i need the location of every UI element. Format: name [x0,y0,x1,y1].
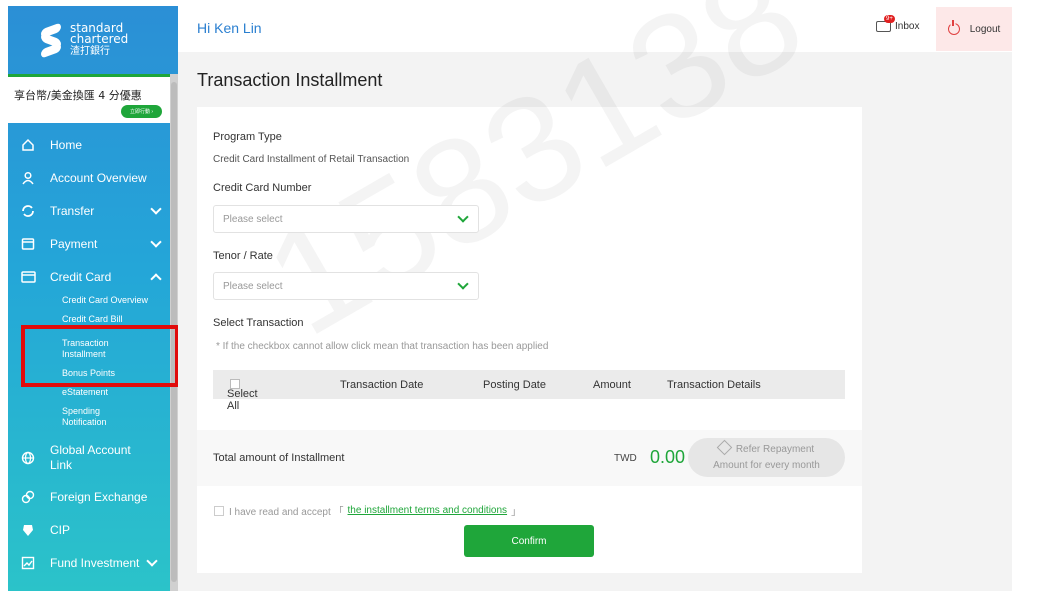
sidebar-subitem-spending-notification[interactable]: Spending Notification [62,406,122,428]
sidebar-item-credit-card[interactable]: Credit Card [8,260,170,293]
transfer-icon [20,203,36,219]
select-all-label: Select All [227,388,258,412]
logout-label: Logout [969,23,1001,35]
sidebar: standard chartered 渣打銀行 享台幣/美金換匯 4 分優惠 立… [8,6,178,591]
select-all-control[interactable]: Select All [227,379,258,412]
sidebar-item-global-account-link[interactable]: Global Account Link [8,436,170,480]
col-transaction-details: Transaction Details [667,379,761,391]
sidebar-item-label: Credit Card [50,269,112,284]
terms-row: I have read and accept 「 the installment… [214,503,521,518]
greeting: Hi Ken Lin [197,20,262,36]
cube-icon [716,439,733,456]
sidebar-item-account-overview[interactable]: Account Overview [8,161,170,194]
terms-checkbox[interactable] [214,505,224,516]
inbox-button[interactable]: 9+ Inbox [876,15,920,32]
chevron-down-icon [150,203,162,215]
terms-link[interactable]: the installment terms and conditions [348,505,508,516]
sidebar-item-foreign-exchange[interactable]: Foreign Exchange [8,480,170,513]
chevron-down-icon [150,236,162,248]
sidebar-item-label: CIP [50,522,71,537]
sidebar-item-payment[interactable]: Payment [8,227,170,260]
brand-line3: 渣打銀行 [70,46,110,57]
sidebar-item-label: Fund Investment [50,555,140,570]
sidebar-item-label: Transfer [50,203,95,218]
total-label: Total amount of Installment [213,452,345,464]
exchange-icon [20,489,36,505]
inbox-label: Inbox [895,21,920,32]
sidebar-item-label: Payment [50,236,98,251]
chevron-down-icon [457,278,469,290]
chevron-down-icon [146,555,158,567]
refer-repayment-button[interactable]: Refer Repayment Amount for every month [688,438,845,477]
transaction-table-header: Select All Transaction Date Posting Date… [213,370,845,412]
card-number-select[interactable]: Please select [213,205,479,233]
chevron-down-icon [457,211,469,223]
sidebar-item-label: Account Overview [50,170,147,185]
checkbox-note: * If the checkbox cannot allow click mea… [216,341,549,352]
col-amount: Amount [593,379,631,391]
person-icon [20,170,36,186]
promo-banner[interactable]: 享台幣/美金換匯 4 分優惠 立即行動 › [8,74,170,123]
chevron-up-icon [150,273,162,285]
select-transaction-label: Select Transaction [213,317,304,329]
currency: TWD [614,453,637,464]
terms-prefix: I have read and accept 「 [229,507,344,518]
sidebar-item-fund-investment[interactable]: Fund Investment [8,546,170,579]
program-type-label: Program Type [213,131,282,143]
annotation-highlight-box [21,325,179,387]
total-amount: 0.00 [650,447,686,467]
confirm-button[interactable]: Confirm [464,525,594,557]
col-posting-date: Posting Date [483,379,546,391]
power-icon [947,20,960,35]
page-title: Transaction Installment [197,70,383,90]
brand-line2: chartered [70,32,129,46]
logout-button[interactable]: Logout [936,7,1012,51]
total-row: Total amount of Installment TWD 0.00 Ref… [197,430,862,486]
payment-icon [20,236,36,252]
col-transaction-date: Transaction Date [340,379,424,391]
credit-card-icon [20,269,36,285]
sidebar-item-cip[interactable]: CIP [8,513,170,546]
card-number-label: Credit Card Number [213,182,312,194]
sidebar-item-label: Foreign Exchange [50,489,148,504]
home-icon [20,137,36,153]
sidebar-item-label: Global Account Link [50,443,131,472]
tenor-select[interactable]: Please select [213,272,479,300]
cip-icon [20,522,36,538]
bank-logo[interactable]: standard chartered 渣打銀行 [8,6,178,74]
refer-line1: Refer Repayment [735,444,815,455]
inbox-badge: 9+ [884,15,895,23]
card-number-placeholder: Please select [223,214,283,225]
logo-mark-icon [38,22,64,59]
mail-icon: 9+ [876,15,895,32]
tenor-placeholder: Please select [223,281,283,292]
sidebar-subitem-credit-card-overview[interactable]: Credit Card Overview [62,295,170,306]
terms-suffix: 」 [511,507,522,518]
promo-text: 享台幣/美金換匯 4 分優惠 [14,89,142,102]
sidebar-subitem-estatement[interactable]: eStatement [62,387,170,398]
refer-line2: Amount for every month [713,460,820,471]
globe-icon [20,450,36,466]
fund-icon [20,555,36,571]
sidebar-item-label: Home [50,137,83,152]
sidebar-item-home[interactable]: Home [8,128,170,161]
program-type-value: Credit Card Installment of Retail Transa… [213,154,410,165]
promo-button[interactable]: 立即行動 › [120,105,162,118]
sidebar-item-transfer[interactable]: Transfer [8,194,170,227]
tenor-label: Tenor / Rate [213,250,273,262]
